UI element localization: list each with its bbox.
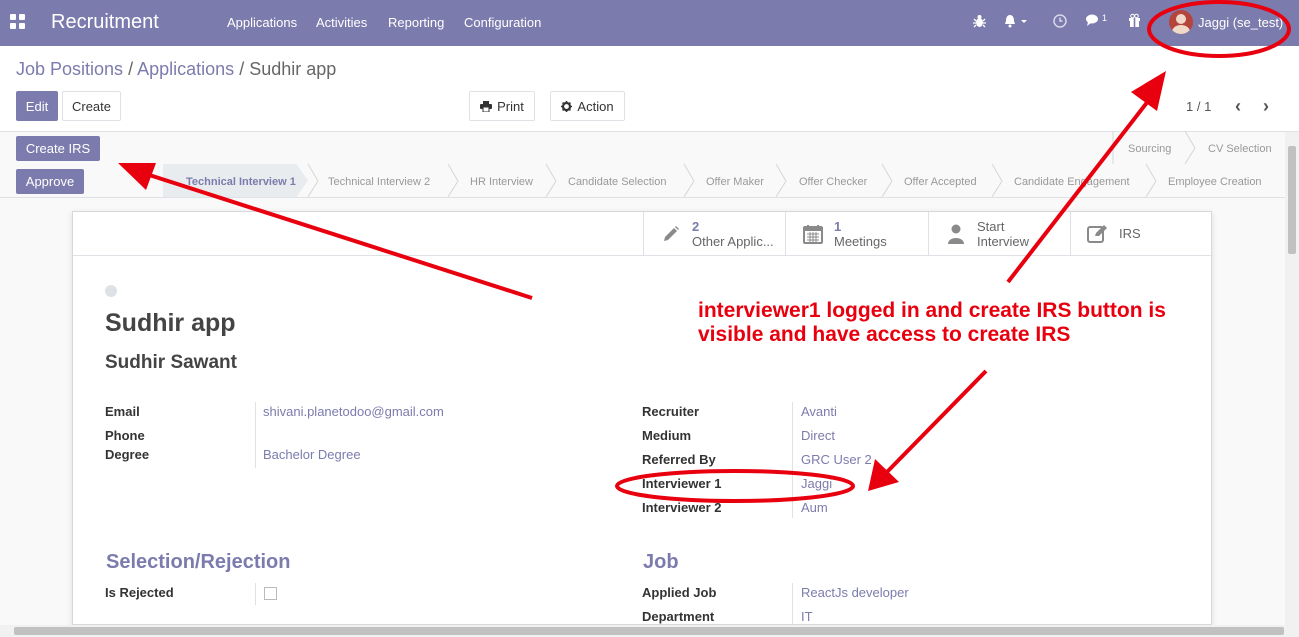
department-value[interactable]: IT: [801, 609, 813, 624]
is-rejected-label: Is Rejected: [105, 585, 174, 600]
other-applications-label: Other Applic...: [692, 233, 774, 249]
interviewer-1-value[interactable]: Jaggi: [801, 476, 832, 491]
vertical-scrollbar-thumb[interactable]: [1288, 146, 1296, 254]
irs-label: IRS: [1119, 226, 1141, 241]
statusbar-border: [0, 197, 1285, 198]
degree-label: Degree: [105, 447, 150, 462]
referred-by-label: Referred By: [642, 452, 716, 467]
stage-sourcing[interactable]: Sourcing: [1128, 143, 1171, 155]
form-sheet: 2 Other Applic... 1 Meetings Start Intervie…: [72, 211, 1213, 626]
stage-employee-creation[interactable]: Employee Creation: [1168, 176, 1262, 188]
field-separator: [792, 402, 793, 518]
applied-job-label: Applied Job: [642, 585, 717, 600]
start-interview-line2: Interview: [977, 233, 1030, 249]
annotation-text: interviewer1 logged in and create IRS bu…: [698, 299, 1166, 346]
interviewer-2-label: Interviewer 2: [642, 500, 722, 515]
applied-job-value[interactable]: ReactJs developer: [801, 585, 909, 600]
other-applications-count: 2: [692, 218, 700, 234]
calendar-icon: [802, 223, 824, 245]
user-icon: [945, 223, 967, 245]
horizontal-scrollbar-thumb[interactable]: [14, 627, 1284, 635]
stage-separators: [307, 130, 1196, 198]
record-title: Sudhir app: [105, 309, 236, 337]
applicant-name: Sudhir Sawant: [105, 352, 237, 373]
stage-cv-selection[interactable]: CV Selection: [1208, 143, 1272, 155]
stage-technical-interview-1[interactable]: Technical Interview 1: [186, 176, 296, 188]
job-heading: Job: [643, 551, 679, 573]
field-separator: [255, 402, 256, 468]
is-rejected-checkbox[interactable]: [264, 587, 277, 600]
department-label: Department: [642, 609, 715, 624]
stage-candidate-engagement[interactable]: Candidate Engagement: [1014, 176, 1130, 188]
interviewer-2-value[interactable]: Aum: [801, 500, 828, 515]
vertical-scrollbar[interactable]: [1285, 132, 1299, 625]
meetings-smart-button[interactable]: 1 Meetings: [785, 212, 928, 255]
meetings-label: Meetings: [834, 233, 887, 249]
edit-icon: [1087, 223, 1109, 245]
stage-offer-checker[interactable]: Offer Checker: [799, 176, 867, 188]
stage-offer-maker[interactable]: Offer Maker: [706, 176, 764, 188]
medium-label: Medium: [642, 428, 692, 443]
email-value[interactable]: shivani.planetodoo@gmail.com: [263, 404, 444, 419]
email-label: Email: [105, 404, 140, 419]
horizontal-scrollbar[interactable]: [0, 625, 1299, 637]
stage-hr-interview[interactable]: HR Interview: [470, 176, 533, 188]
start-interview-line1: Start: [977, 218, 1005, 234]
medium-value[interactable]: Direct: [801, 428, 835, 443]
irs-smart-button[interactable]: IRS: [1070, 212, 1213, 255]
interviewer-1-label: Interviewer 1: [642, 476, 722, 491]
selection-rejection-heading: Selection/Rejection: [106, 551, 291, 573]
stage-offer-accepted[interactable]: Offer Accepted: [904, 176, 977, 188]
degree-value[interactable]: Bachelor Degree: [263, 447, 361, 462]
field-separator: [792, 583, 793, 626]
phone-label: Phone: [105, 428, 145, 443]
stage-technical-interview-2[interactable]: Technical Interview 2: [328, 176, 430, 188]
button-box-divider: [73, 255, 1213, 256]
recruiter-label: Recruiter: [642, 404, 700, 419]
recruiter-value[interactable]: Avanti: [801, 404, 837, 419]
start-interview-smart-button[interactable]: Start Interview: [928, 212, 1071, 255]
field-separator: [255, 583, 256, 605]
stage-candidate-selection[interactable]: Candidate Selection: [568, 176, 666, 188]
meetings-count: 1: [834, 218, 842, 234]
priority-dot[interactable]: [105, 285, 117, 297]
pencil-icon: [660, 223, 682, 245]
other-applications-smart-button[interactable]: 2 Other Applic...: [643, 212, 786, 255]
referred-by-value[interactable]: GRC User 2: [801, 452, 872, 467]
